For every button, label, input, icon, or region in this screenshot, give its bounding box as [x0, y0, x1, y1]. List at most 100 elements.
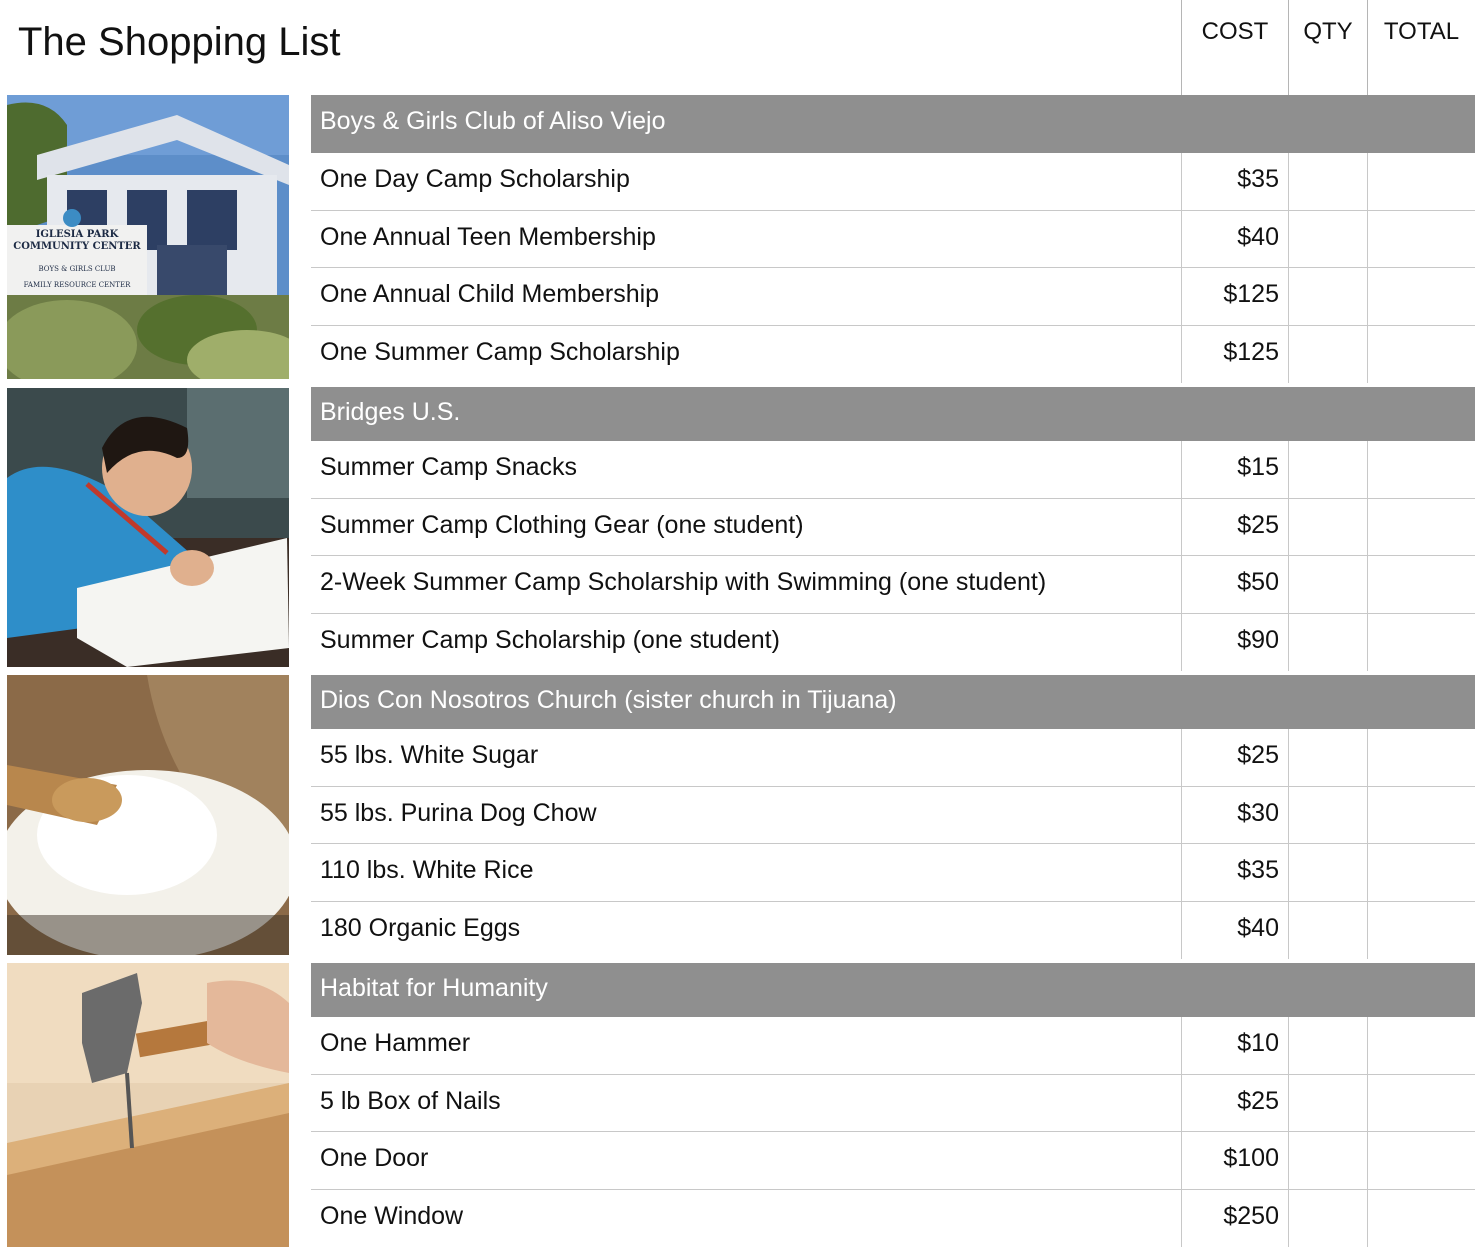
section-bridges-us: Bridges U.S. Summer Camp Snacks $15 Summ… — [311, 387, 1475, 671]
qty-cell[interactable] — [1288, 498, 1367, 555]
table-row: One Hammer $10 — [311, 1017, 1475, 1075]
sign-line-3: BOYS & GIRLS CLUB — [38, 265, 115, 273]
total-column-header: TOTAL — [1367, 0, 1475, 95]
total-cell — [1367, 498, 1475, 555]
table-row: One Summer Camp Scholarship $125 — [311, 325, 1475, 383]
page-title: The Shopping List — [18, 20, 341, 64]
item-label: 180 Organic Eggs — [320, 913, 521, 942]
table-row: One Annual Teen Membership $40 — [311, 210, 1475, 268]
qty-cell[interactable] — [1288, 1017, 1367, 1074]
qty-cell[interactable] — [1288, 325, 1367, 383]
qty-cell[interactable] — [1288, 1132, 1367, 1189]
qty-cell[interactable] — [1288, 844, 1367, 901]
total-cell — [1367, 844, 1475, 901]
table-row: One Window $250 — [311, 1189, 1475, 1247]
total-cell — [1367, 268, 1475, 325]
total-cell — [1367, 613, 1475, 671]
item-label: 55 lbs. Purina Dog Chow — [320, 798, 597, 827]
total-cell — [1367, 1132, 1475, 1189]
qty-cell[interactable] — [1288, 1074, 1367, 1131]
child-writing-photo — [7, 388, 289, 667]
item-label: One Annual Child Membership — [320, 280, 660, 308]
qty-cell[interactable] — [1288, 613, 1367, 671]
item-cost: $125 — [1181, 325, 1288, 383]
section-dios-con-nosotros: Dios Con Nosotros Church (sister church … — [311, 675, 1475, 959]
item-cost: $40 — [1181, 210, 1288, 267]
item-label: Summer Camp Snacks — [320, 453, 578, 481]
total-cell — [1367, 729, 1475, 786]
total-cell — [1367, 210, 1475, 267]
hammer-nail-photo — [7, 963, 289, 1247]
item-label: One Door — [320, 1144, 429, 1172]
sign-line-1: IGLESIA PARK — [36, 229, 119, 240]
item-cost: $100 — [1181, 1132, 1288, 1189]
sign-line-4: FAMILY RESOURCE CENTER — [24, 281, 131, 289]
qty-cell[interactable] — [1288, 1189, 1367, 1247]
item-cost: $25 — [1181, 729, 1288, 786]
table-row: 110 lbs. White Rice $35 — [311, 844, 1475, 902]
total-cell — [1367, 441, 1475, 498]
table-row: 2-Week Summer Camp Scholarship with Swim… — [311, 556, 1475, 614]
table-row: 55 lbs. White Sugar $25 — [311, 729, 1475, 787]
item-cost: $250 — [1181, 1189, 1288, 1247]
item-cost: $30 — [1181, 786, 1288, 843]
table-row: One Day Camp Scholarship $35 — [311, 153, 1475, 211]
section-header: Bridges U.S. — [311, 387, 1475, 441]
item-label: One Summer Camp Scholarship — [320, 337, 680, 366]
item-label: Summer Camp Scholarship (one student) — [320, 625, 780, 654]
total-cell — [1367, 153, 1475, 210]
qty-cell[interactable] — [1288, 210, 1367, 267]
rice-sack-photo — [7, 675, 289, 955]
item-label: One Day Camp Scholarship — [320, 165, 630, 193]
table-row: One Annual Child Membership $125 — [311, 268, 1475, 326]
item-label: 5 lb Box of Nails — [320, 1086, 501, 1115]
item-cost: $90 — [1181, 613, 1288, 671]
sign-line-2: COMMUNITY CENTER — [13, 241, 141, 252]
table-row: One Door $100 — [311, 1132, 1475, 1190]
item-cost: $25 — [1181, 1074, 1288, 1131]
item-label: 2-Week Summer Camp Scholarship with Swim… — [320, 568, 1047, 596]
table-row: 180 Organic Eggs $40 — [311, 901, 1475, 959]
total-cell — [1367, 1017, 1475, 1074]
item-cost: $25 — [1181, 498, 1288, 555]
table-row: 55 lbs. Purina Dog Chow $30 — [311, 786, 1475, 844]
total-cell — [1367, 786, 1475, 843]
table-row: 5 lb Box of Nails $25 — [311, 1074, 1475, 1132]
item-cost: $35 — [1181, 153, 1288, 210]
item-cost: $15 — [1181, 441, 1288, 498]
total-cell — [1367, 1189, 1475, 1247]
item-label: One Window — [320, 1201, 464, 1230]
qty-cell[interactable] — [1288, 268, 1367, 325]
table-row: Summer Camp Scholarship (one student) $9… — [311, 613, 1475, 671]
item-cost: $50 — [1181, 556, 1288, 613]
section-header: Boys & Girls Club of Aliso Viejo — [311, 95, 1475, 153]
table-row: Summer Camp Snacks $15 — [311, 441, 1475, 499]
qty-cell[interactable] — [1288, 556, 1367, 613]
item-cost: $10 — [1181, 1017, 1288, 1074]
item-label: 110 lbs. White Rice — [320, 856, 534, 884]
item-label: 55 lbs. White Sugar — [320, 741, 539, 769]
total-cell — [1367, 556, 1475, 613]
table-row: Summer Camp Clothing Gear (one student) … — [311, 498, 1475, 556]
community-center-photo: IGLESIA PARK COMMUNITY CENTER BOYS & GIR… — [7, 95, 289, 379]
total-cell — [1367, 901, 1475, 959]
cost-column-header: COST — [1181, 0, 1288, 95]
section-boys-girls-club: Boys & Girls Club of Aliso Viejo One Day… — [311, 95, 1475, 383]
qty-cell[interactable] — [1288, 441, 1367, 498]
qty-cell[interactable] — [1288, 153, 1367, 210]
item-label: Summer Camp Clothing Gear (one student) — [320, 510, 804, 539]
section-header: Dios Con Nosotros Church (sister church … — [311, 675, 1475, 729]
qty-cell[interactable] — [1288, 901, 1367, 959]
item-label: One Hammer — [320, 1029, 471, 1057]
item-cost: $125 — [1181, 268, 1288, 325]
item-cost: $35 — [1181, 844, 1288, 901]
qty-cell[interactable] — [1288, 729, 1367, 786]
qty-column-header: QTY — [1288, 0, 1367, 95]
total-cell — [1367, 325, 1475, 383]
section-header: Habitat for Humanity — [311, 963, 1475, 1017]
total-cell — [1367, 1074, 1475, 1131]
section-habitat-for-humanity: Habitat for Humanity One Hammer $10 5 lb… — [311, 963, 1475, 1247]
item-cost: $40 — [1181, 901, 1288, 959]
qty-cell[interactable] — [1288, 786, 1367, 843]
item-label: One Annual Teen Membership — [320, 222, 656, 251]
